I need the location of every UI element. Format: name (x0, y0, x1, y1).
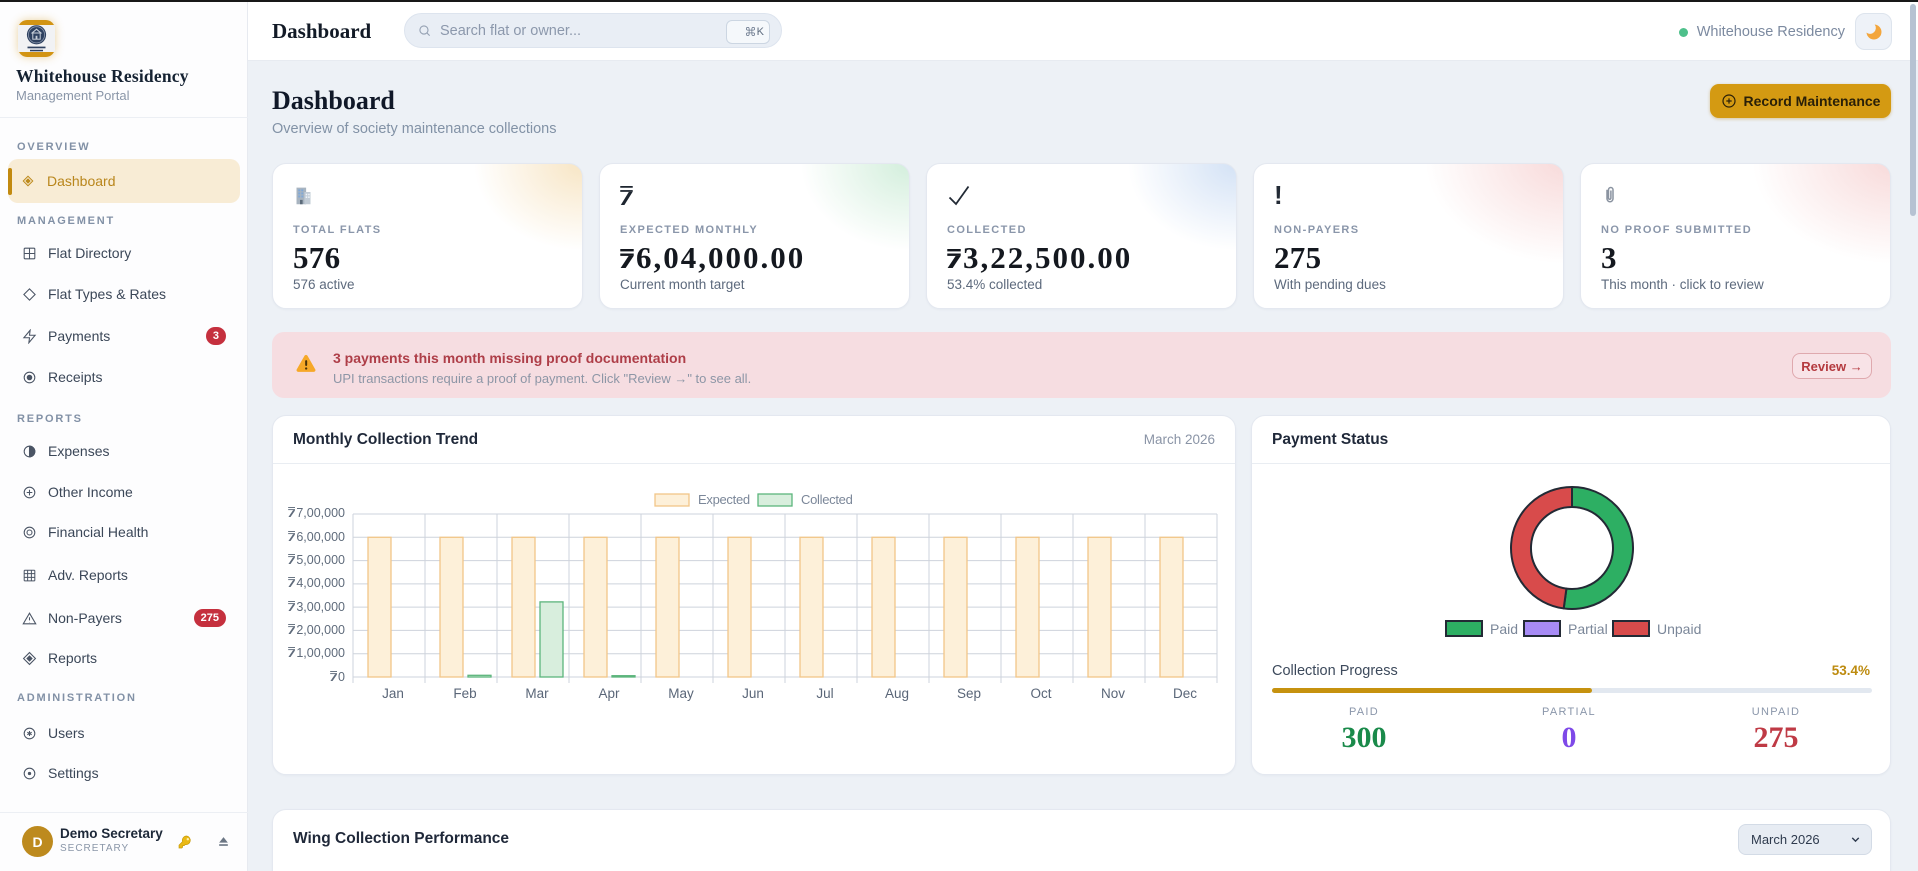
svg-text:Unpaid: Unpaid (1657, 621, 1701, 637)
svg-text:Paid: Paid (1490, 621, 1518, 637)
svg-text:Partial: Partial (1568, 621, 1608, 637)
